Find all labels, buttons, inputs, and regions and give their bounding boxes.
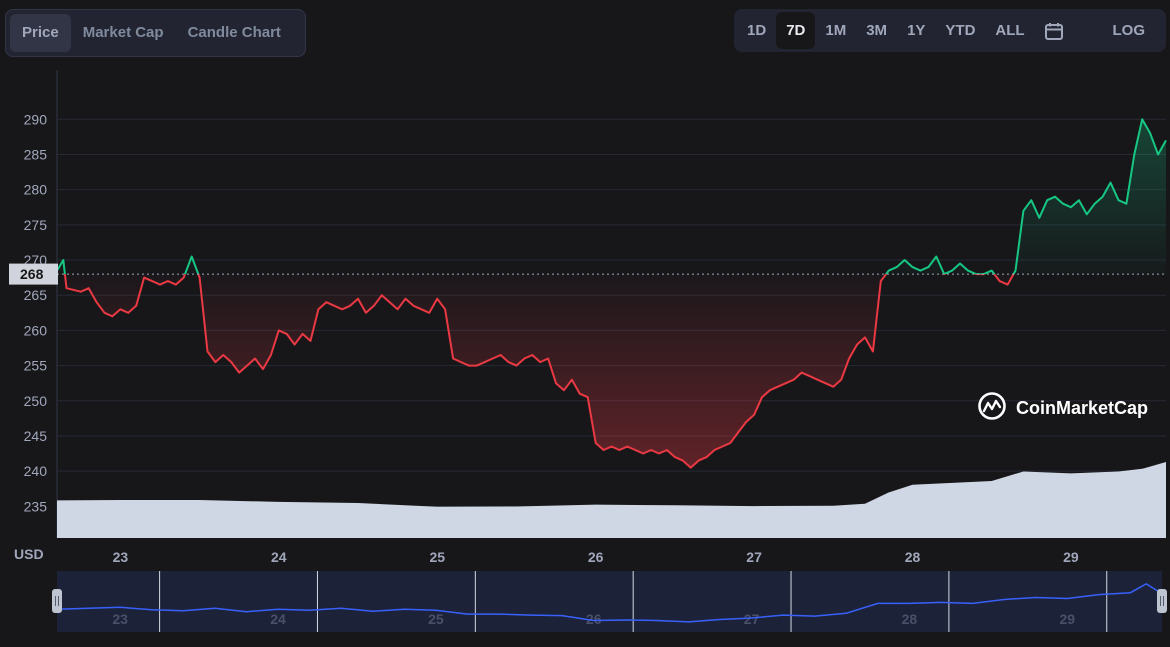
y-tick-label: 235 (24, 498, 48, 514)
x-tick-label: 27 (746, 549, 762, 565)
navigator-tick-label: 28 (902, 611, 918, 627)
y-tick-label: 250 (24, 393, 48, 409)
navigator-tick-label: 29 (1059, 611, 1075, 627)
x-tick-label: 24 (271, 549, 287, 565)
y-tick-label: 240 (24, 463, 48, 479)
navigator-handle (52, 589, 62, 613)
x-tick-label: 26 (588, 549, 604, 565)
x-tick-label: 28 (905, 549, 921, 565)
x-tick-label: 23 (113, 549, 129, 565)
navigator[interactable]: 23 24 25 26 27 28 29 (52, 571, 1167, 632)
y-tick-label: 245 (24, 428, 48, 444)
x-tick-label: 29 (1063, 549, 1079, 565)
watermark-text: CoinMarketCap (1016, 398, 1148, 418)
y-tick-label: 265 (24, 287, 48, 303)
x-tick-label: 25 (429, 549, 445, 565)
coinmarketcap-logo-icon (978, 392, 1006, 420)
y-tick-label: 290 (24, 111, 48, 127)
y-tick-label: 280 (24, 182, 48, 198)
price-chart[interactable]: 235240245250255260265270275280285290 268… (0, 0, 1170, 647)
watermark: CoinMarketCap (978, 392, 1148, 420)
y-tick-label: 260 (24, 322, 48, 338)
navigator-handle (1157, 589, 1167, 613)
navigator-tick-label: 24 (270, 611, 286, 627)
y-axis-ticks: 235240245250255260265270275280285290 (24, 111, 48, 514)
baseline-price-tag: 268 (9, 263, 58, 285)
y-tick-label: 275 (24, 217, 48, 233)
navigator-tick-label: 23 (112, 611, 128, 627)
y-tick-label: 255 (24, 358, 48, 374)
currency-label: USD (14, 546, 44, 562)
baseline-tag-label: 268 (20, 266, 44, 282)
navigator-tick-label: 25 (428, 611, 444, 627)
y-tick-label: 285 (24, 146, 48, 162)
x-axis-ticks: 23 24 25 26 27 28 29 (113, 549, 1079, 565)
navigator-background (57, 571, 1162, 632)
volume-area (57, 462, 1166, 538)
